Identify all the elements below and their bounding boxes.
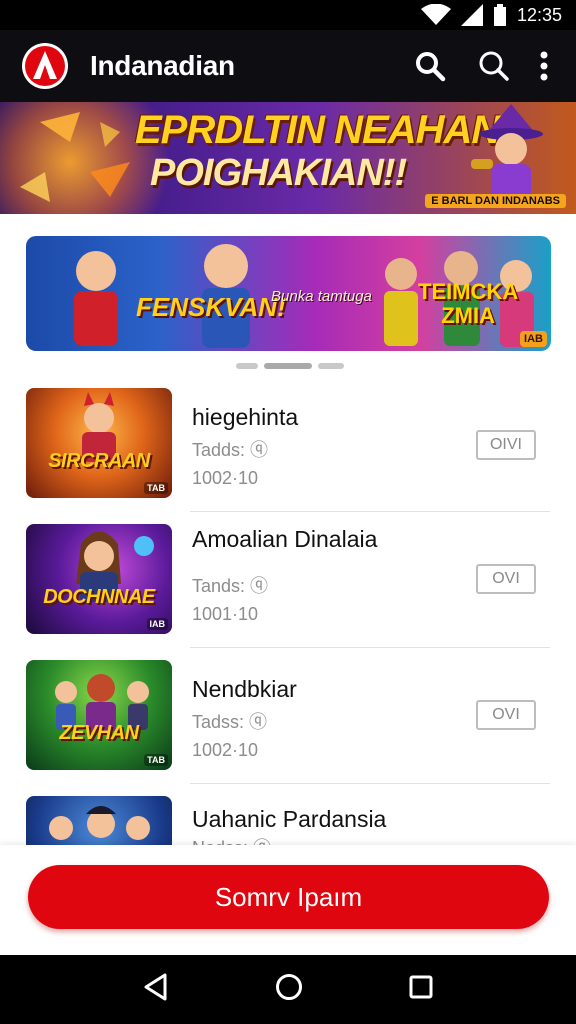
game-meta-secondary: 1001·10 — [192, 604, 259, 624]
install-button[interactable]: OIVI — [476, 430, 536, 460]
carousel-subtitle: Bunka tamtuga — [271, 288, 372, 305]
carousel-dot[interactable] — [236, 363, 258, 369]
hero-headline: EPRDLTIN NEAHAN — [135, 108, 500, 152]
game-title: Uahanic Pardansia — [192, 806, 387, 832]
more-options-button[interactable] — [530, 44, 558, 88]
battery-icon — [493, 4, 507, 26]
status-time: 12:35 — [516, 4, 562, 25]
game-list: SIRCRAAN TAB hiegehinta Tadds: ⓠ 1002·10… — [0, 376, 576, 920]
game-title: hiegehinta — [192, 404, 299, 430]
list-item[interactable]: DOCHNNAE IAB Amoalian Dinalaia Tands: ⓠ … — [0, 512, 576, 648]
status-bar: 12:35 — [0, 0, 576, 30]
list-item[interactable]: SIRCRAAN TAB hiegehinta Tadds: ⓠ 1002·10… — [0, 376, 576, 512]
game-meta: Tadss: ⓠ — [192, 712, 268, 732]
bottom-action-sheet: Somrv Ipaım — [0, 845, 576, 955]
game-thumbnail: ZEVHAN TAB — [26, 660, 172, 770]
game-thumbnail: SIRCRAAN TAB — [26, 388, 172, 498]
carousel-dot[interactable] — [318, 363, 344, 369]
hero-character-illustration — [471, 104, 543, 204]
hero-banner[interactable]: EPRDLTIN NEAHAN POIGHAKIAN!! E BARL DAN … — [0, 102, 576, 214]
game-meta-secondary: 1002·10 — [192, 468, 259, 488]
search-button-secondary[interactable] — [472, 44, 516, 88]
primary-cta-button[interactable]: Somrv Ipaım — [28, 865, 549, 929]
search-icon — [479, 51, 509, 81]
install-button[interactable]: OVI — [476, 564, 536, 594]
download-icon: ⓠ — [250, 440, 269, 460]
back-icon[interactable] — [143, 973, 169, 1006]
wifi-icon — [420, 4, 451, 26]
carousel-title: FENSKVAN! — [136, 292, 286, 322]
recents-icon[interactable] — [409, 975, 433, 1004]
install-button[interactable]: OVI — [476, 700, 536, 730]
app-logo[interactable] — [22, 43, 68, 89]
download-icon: ⓠ — [249, 712, 268, 732]
download-icon: ⓠ — [250, 576, 269, 596]
signal-icon — [460, 4, 483, 26]
app-title: Indanadian — [90, 50, 235, 81]
game-thumbnail: DOCHNNAE IAB — [26, 524, 172, 634]
featured-carousel[interactable]: FENSKVAN! Bunka tamtuga TEIMCKA ZMIA IAB — [26, 236, 551, 351]
home-icon[interactable] — [275, 973, 303, 1006]
game-title: Amoalian Dinalaia — [192, 526, 378, 552]
game-meta-secondary: 1002·10 — [192, 740, 259, 760]
carousel-badge: IAB — [520, 331, 547, 347]
carousel-indicator — [236, 363, 344, 369]
system-nav-bar — [0, 955, 576, 1024]
hero-subheadline: POIGHAKIAN!! — [150, 152, 407, 194]
carousel-dot-active[interactable] — [264, 363, 312, 369]
more-vert-icon — [540, 51, 548, 81]
hero-caption: E BARL DAN INDANABS — [425, 194, 566, 208]
search-button[interactable] — [408, 44, 452, 88]
search-icon — [416, 52, 446, 82]
app-bar: Indanadian — [0, 30, 576, 102]
list-item[interactable]: ZEVHAN TAB Nendbkiar Tadss: ⓠ 1002·10 OV… — [0, 648, 576, 784]
game-meta: Tands: ⓠ — [192, 576, 269, 596]
carousel-tag: TEIMCKA ZMIA — [418, 279, 519, 328]
game-meta: Tadds: ⓠ — [192, 440, 269, 460]
game-title: Nendbkiar — [192, 676, 297, 702]
